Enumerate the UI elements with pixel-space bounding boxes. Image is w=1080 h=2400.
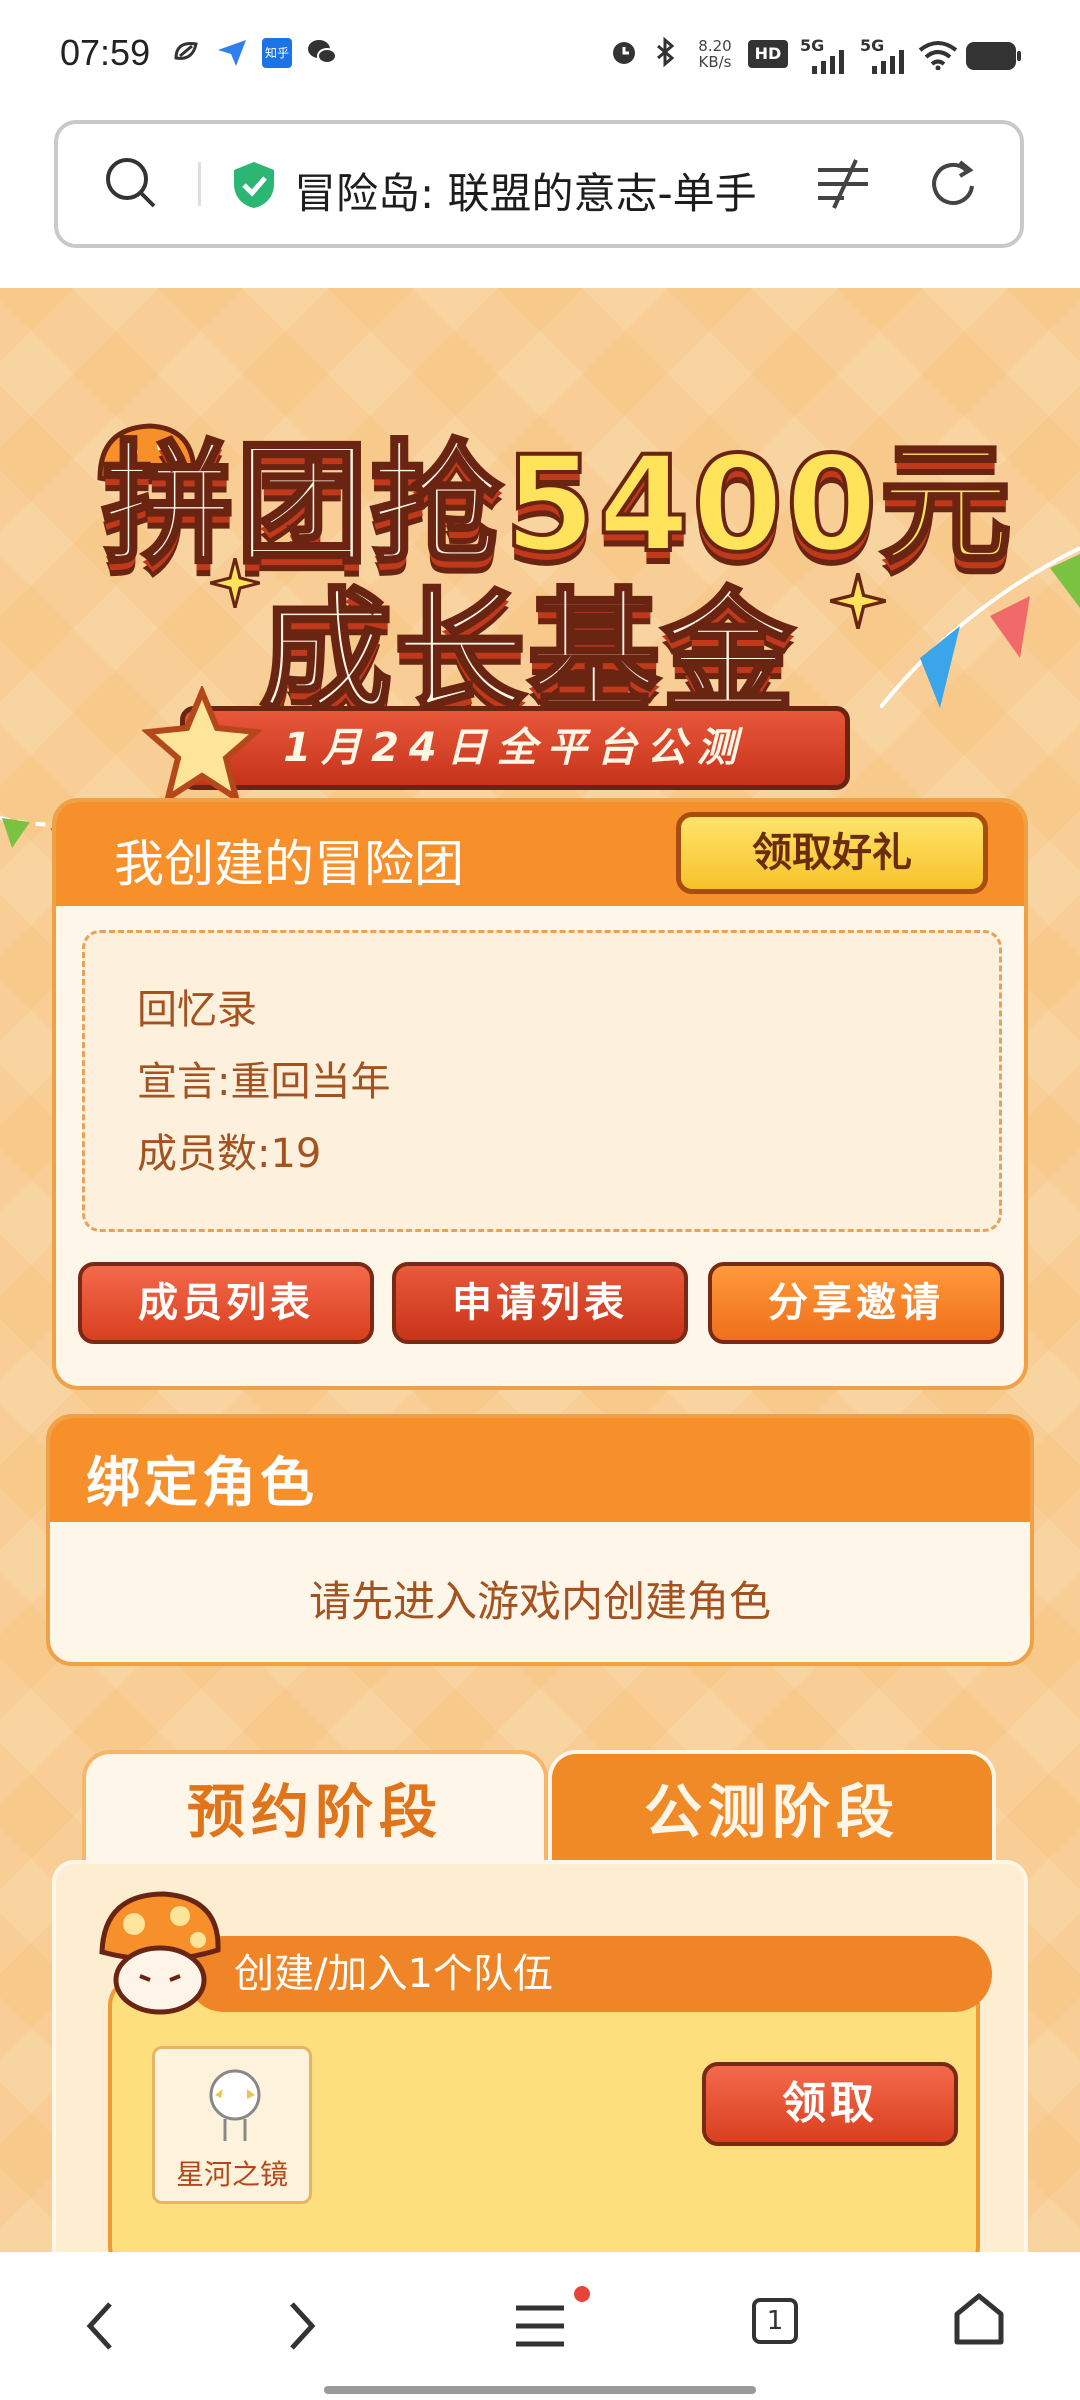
page-title[interactable]: 冒险岛: 联盟的意志-单手 (294, 160, 757, 221)
reload-icon[interactable] (924, 156, 982, 214)
stage-panel: 创建/加入1个队伍 星河之镜 领取 (52, 1860, 1028, 2252)
bind-role-title: 绑定角色 (86, 1451, 318, 1514)
shield-icon (234, 162, 274, 208)
claim-gift-button[interactable]: 领取好礼 (676, 812, 988, 894)
star-icon (142, 686, 262, 805)
hd-icon: HD (748, 40, 788, 68)
status-bar: 07:59 知乎 8.20 KB/s HD 5G 5G (0, 0, 1080, 110)
share-invite-button[interactable]: 分享邀请 (708, 1262, 1004, 1344)
mushroom-mascot-icon (99, 1891, 221, 2015)
bluetooth-icon (657, 36, 675, 68)
gesture-bar (324, 2386, 756, 2394)
member-list-button[interactable]: 成员列表 (78, 1262, 374, 1344)
tabs-icon[interactable]: 1 (752, 2298, 798, 2344)
network-speed-value: 8.20 (698, 37, 732, 55)
menu-icon[interactable] (514, 2304, 566, 2348)
bind-role-header: 绑定角色 (50, 1418, 1030, 1522)
tab-reservation-stage[interactable]: 预约阶段 (82, 1750, 548, 1866)
mirror-item-icon (209, 2069, 261, 2141)
back-icon[interactable] (80, 2296, 120, 2356)
team-card: 我创建的冒险团 领取好礼 回忆录 宣言:重回当年 成员数:19 成员列表 申请列… (52, 798, 1028, 1390)
promo-banner: 拼团抢5400元 成长基金 1月24日全平台公测 (50, 423, 1030, 818)
bind-role-message: 请先进入游戏内创建角色 (308, 1577, 771, 1626)
team-member-count: 成员数:19 (137, 1131, 322, 1177)
application-list-button[interactable]: 申请列表 (392, 1262, 688, 1344)
launch-date-ribbon: 1月24日全平台公测 (180, 706, 850, 790)
battery-icon (966, 42, 1021, 70)
app-icon (174, 42, 198, 60)
signal-icon (872, 50, 904, 74)
network-speed-unit: KB/s (698, 53, 732, 71)
address-bar[interactable]: 冒险岛: 联盟的意志-单手 (54, 120, 1024, 248)
zhihu-icon: 知乎 (262, 38, 292, 68)
signal-icon (812, 50, 844, 74)
wifi-icon (918, 41, 958, 70)
bind-role-card: 绑定角色 请先进入游戏内创建角色 (46, 1414, 1034, 1666)
send-icon (218, 40, 246, 66)
reward-name: 星河之镜 (175, 2158, 288, 2191)
task-title: 创建/加入1个队伍 (186, 1936, 992, 2012)
reward-item: 星河之镜 (152, 2046, 312, 2204)
home-icon[interactable] (952, 2292, 1006, 2348)
sparkle-icon (830, 573, 886, 629)
team-declaration: 宣言:重回当年 (137, 1059, 391, 1105)
claim-reward-button[interactable]: 领取 (702, 2062, 958, 2146)
alarm-icon (613, 42, 635, 64)
team-info-box: 回忆录 宣言:重回当年 成员数:19 (82, 930, 1002, 1232)
status-time: 07:59 (60, 32, 151, 73)
browser-bottom-nav: 1 (0, 2252, 1080, 2400)
network-speed: 8.20 KB/s (692, 38, 738, 70)
web-page: 拼团抢5400元 成长基金 1月24日全平台公测 我创建的冒险团 领取好礼 回忆… (0, 288, 1080, 2252)
filter-icon[interactable] (814, 158, 872, 210)
sparkle-icon (210, 558, 260, 608)
team-name: 回忆录 (137, 987, 257, 1033)
wechat-icon (308, 40, 337, 64)
search-icon[interactable] (102, 154, 160, 212)
notification-dot (574, 2286, 590, 2302)
forward-icon[interactable] (282, 2296, 322, 2356)
address-divider (198, 162, 201, 206)
team-card-header: 我创建的冒险团 领取好礼 (56, 802, 1024, 906)
team-card-title: 我创建的冒险团 (114, 835, 464, 893)
tab-public-test-stage[interactable]: 公测阶段 (548, 1750, 996, 1866)
task-card: 创建/加入1个队伍 星河之镜 领取 (108, 1936, 992, 2252)
